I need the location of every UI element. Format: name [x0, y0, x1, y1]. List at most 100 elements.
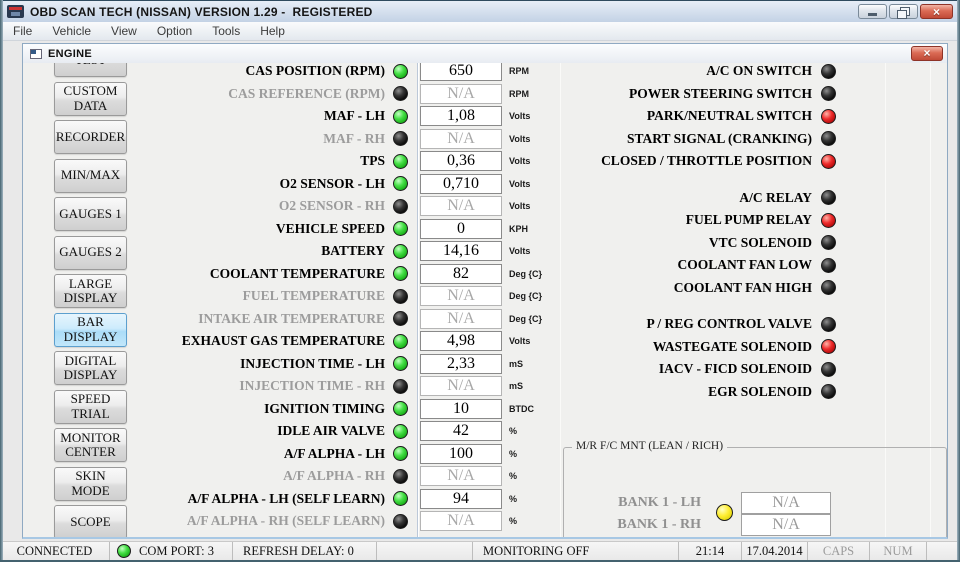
- switch-status-led: [821, 86, 836, 102]
- status-time: 21:14: [679, 542, 742, 560]
- parameter-label: EXHAUST GAS TEMPERATURE: [181, 333, 385, 349]
- parameter-status-led: [393, 311, 408, 327]
- switch-label: P / REG CONTROL VALVE: [646, 316, 812, 332]
- parameter-status-led: [393, 446, 408, 462]
- statusbar: CONNECTED COM PORT: 3 REFRESH DELAY: 0 M…: [0, 541, 960, 560]
- parameter-label: IGNITION TIMING: [264, 400, 385, 416]
- switch-label: FUEL PUMP RELAY: [685, 212, 812, 228]
- switch-label: CLOSED / THROTTLE POSITION: [601, 153, 812, 169]
- menu-item-view[interactable]: View: [101, 22, 147, 40]
- engine-window-caption[interactable]: ENGINE ×: [23, 44, 947, 64]
- parameter-value-box: 42: [420, 421, 502, 442]
- parameter-label: A/F ALPHA - RH: [283, 468, 385, 484]
- parameter-label: A/F ALPHA - LH (SELF LEARN): [187, 490, 385, 506]
- parameter-label: MAF - LH: [324, 108, 385, 124]
- parameter-status-led: [393, 243, 408, 259]
- close-icon: ×: [932, 4, 940, 19]
- close-button[interactable]: ×: [920, 4, 953, 19]
- restore-button[interactable]: [889, 4, 918, 19]
- parameter-unit: BTDC: [509, 403, 534, 414]
- parameter-unit: %: [509, 448, 518, 459]
- switch-label: VTC SOLENOID: [708, 234, 812, 250]
- switch-status-led: [821, 361, 836, 377]
- parameter-status-led: [393, 266, 408, 282]
- parameter-status-led: [393, 468, 408, 484]
- switch-label: START SIGNAL (CRANKING): [626, 130, 812, 146]
- switch-label: WASTEGATE SOLENOID: [652, 338, 812, 354]
- switch-row: IACV - FICD SOLENOID: [460, 358, 836, 381]
- status-refresh-delay: REFRESH DELAY: 0: [233, 542, 377, 560]
- mdi-area: ENGINE × TEST CUSTOM DATA RECORDER MIN/M…: [0, 40, 960, 542]
- switch-label: PARK/NEUTRAL SWITCH: [646, 108, 812, 124]
- switch-status-led: [821, 280, 836, 296]
- status-date: 17.04.2014: [742, 542, 808, 560]
- switch-status-led: [821, 384, 836, 400]
- switch-label: POWER STEERING SWITCH: [628, 85, 812, 101]
- switch-label: EGR SOLENOID: [708, 383, 812, 399]
- mr-fc-mnt-groupbox: M/R F/C MNT (LEAN / RICH) BANK 1 - LH N/…: [563, 440, 947, 537]
- parameter-value-box: 94: [420, 488, 502, 509]
- parameter-row: IDLE AIR VALVE 42 %: [23, 420, 568, 443]
- switch-label: IACV - FICD SOLENOID: [658, 361, 812, 377]
- parameter-unit: %: [509, 471, 518, 482]
- switch-row: POWER STEERING SWITCH: [460, 83, 836, 106]
- bank-label: BANK 1 - LH: [618, 495, 701, 510]
- parameter-label: MAF - RH: [323, 130, 385, 146]
- engine-window: ENGINE × TEST CUSTOM DATA RECORDER MIN/M…: [22, 43, 948, 539]
- parameter-value-box: 100: [420, 443, 502, 464]
- switch-row: START SIGNAL (CRANKING): [460, 128, 836, 151]
- engine-window-title: ENGINE: [48, 47, 92, 60]
- switch-status-led: [821, 235, 836, 251]
- switch-panel: A/C ON SWITCH POWER STEERING SWITCH PARK…: [460, 63, 836, 403]
- parameter-label: INJECTION TIME - RH: [239, 378, 385, 394]
- status-spacer: [377, 542, 473, 560]
- parameter-value-box: N/A: [420, 466, 502, 487]
- minimize-button[interactable]: [858, 4, 887, 19]
- restore-icon: [897, 7, 910, 19]
- parameter-label: INJECTION TIME - LH: [240, 355, 385, 371]
- switch-row: PARK/NEUTRAL SWITCH: [460, 105, 836, 128]
- menu-item-file[interactable]: File: [3, 22, 42, 40]
- parameter-status-led: [393, 108, 408, 124]
- parameter-label: IDLE AIR VALVE: [277, 423, 385, 439]
- app-window: OBD SCAN TECH (NISSAN) VERSION 1.29 - RE…: [0, 0, 960, 562]
- switch-status-led: [821, 316, 836, 332]
- bank-row: BANK 1 - RH N/A: [564, 513, 946, 536]
- menu-item-option[interactable]: Option: [147, 22, 202, 40]
- status-monitoring: MONITORING OFF: [473, 542, 679, 560]
- menu-item-help[interactable]: Help: [250, 22, 295, 40]
- switch-label: A/C ON SWITCH: [706, 63, 812, 79]
- engine-close-button[interactable]: ×: [911, 46, 943, 61]
- switch-group: P / REG CONTROL VALVE WASTEGATE SOLENOID…: [460, 313, 836, 403]
- switch-label: COOLANT FAN HIGH: [673, 279, 812, 295]
- switch-group: A/C RELAY FUEL PUMP RELAY VTC SOLENOID C…: [460, 187, 836, 300]
- parameter-row: A/F ALPHA - RH N/A %: [23, 465, 568, 488]
- parameter-status-led: [393, 491, 408, 507]
- parameter-label: A/F ALPHA - LH: [283, 445, 385, 461]
- switch-status-led: [821, 63, 836, 79]
- parameter-label: O2 SENSOR - RH: [278, 198, 385, 214]
- parameter-label: O2 SENSOR - LH: [279, 175, 385, 191]
- parameter-status-led: [393, 86, 408, 102]
- window-controls: ×: [858, 4, 953, 19]
- parameter-label: CAS POSITION (RPM): [245, 63, 385, 79]
- menu-item-vehicle[interactable]: Vehicle: [42, 22, 101, 40]
- switch-row: COOLANT FAN HIGH: [460, 277, 836, 300]
- parameter-status-led: [393, 176, 408, 192]
- parameter-unit: %: [509, 426, 518, 437]
- parameter-status-led: [393, 221, 408, 237]
- titlebar[interactable]: OBD SCAN TECH (NISSAN) VERSION 1.29 - RE…: [0, 0, 960, 22]
- parameter-label: CAS REFERENCE (RPM): [228, 85, 385, 101]
- switch-label: A/C RELAY: [739, 189, 812, 205]
- menu-item-tools[interactable]: Tools: [202, 22, 250, 40]
- status-comport: COM PORT: 3: [139, 543, 215, 558]
- switch-status-led: [821, 108, 836, 124]
- parameter-label: FUEL TEMPERATURE: [242, 288, 385, 304]
- switch-status-led: [821, 339, 836, 355]
- parameter-status-led: [393, 401, 408, 417]
- status-num: NUM: [870, 542, 927, 560]
- parameter-label: COOLANT TEMPERATURE: [209, 265, 385, 281]
- switch-row: EGR SOLENOID: [460, 381, 836, 404]
- parameter-label: BATTERY: [321, 243, 385, 259]
- parameter-status-led: [393, 63, 408, 79]
